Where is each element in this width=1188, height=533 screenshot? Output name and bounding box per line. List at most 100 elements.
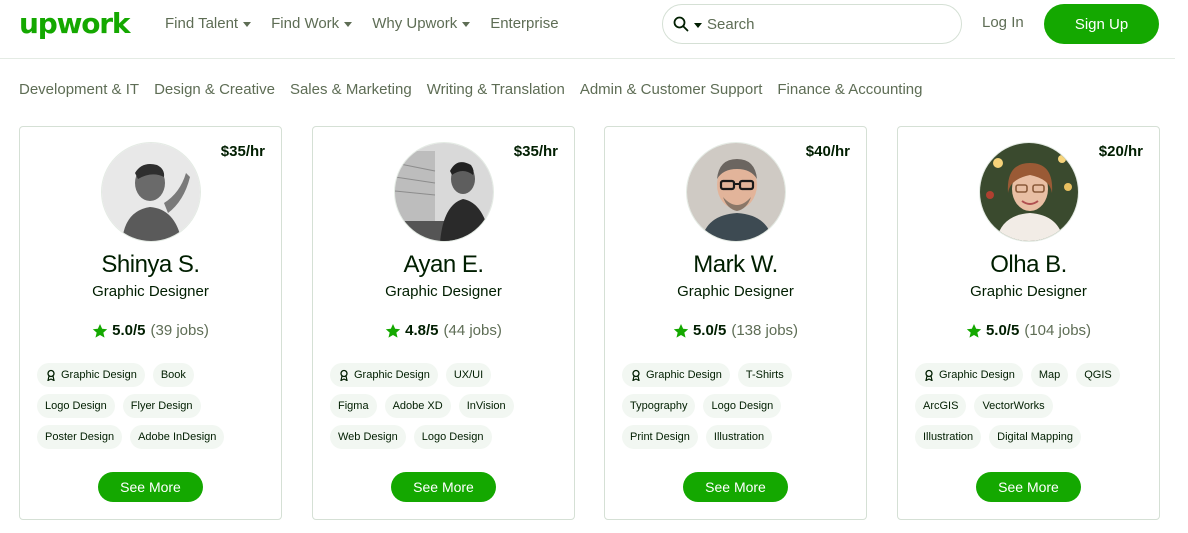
- star-icon: [673, 323, 689, 338]
- skill-tag[interactable]: Flyer Design: [122, 394, 201, 418]
- badge-icon: [925, 369, 933, 381]
- job-count: (104 jobs): [1024, 322, 1092, 339]
- caret-down-icon: [243, 21, 252, 27]
- skill-tag[interactable]: Typography: [622, 394, 696, 418]
- rating-score: 5.0/5: [112, 322, 146, 339]
- category-finance-accounting[interactable]: Finance & Accounting: [777, 81, 922, 98]
- nav-item-label: Enterprise: [490, 14, 559, 32]
- avatar[interactable]: [979, 142, 1079, 242]
- badge-icon: [47, 369, 55, 381]
- freelancer-title: Graphic Designer: [385, 283, 502, 300]
- freelancer-card[interactable]: $35/hr Shinya S. Graphic Designer 5.0/5 …: [19, 126, 282, 520]
- skill-tag[interactable]: Logo Design: [703, 394, 782, 418]
- nav-item-label: Why Upwork: [372, 14, 458, 32]
- skill-tag[interactable]: Illustration: [915, 425, 982, 449]
- see-more-button[interactable]: See More: [976, 472, 1081, 502]
- skill-tags: Graphic Design Book Logo Design Flyer De…: [37, 363, 267, 456]
- freelancer-card[interactable]: $40/hr Mark W. Graphic Designer 5.0/5 (1…: [604, 126, 867, 520]
- skill-tags: Graphic Design UX/UI Figma Adobe XD InVi…: [330, 363, 560, 456]
- rating-score: 5.0/5: [692, 322, 727, 339]
- skill-tag[interactable]: Digital Mapping: [989, 425, 1081, 449]
- caret-down-icon: [462, 21, 471, 27]
- nav-item-label: Find Work: [271, 14, 340, 32]
- category-sales-marketing[interactable]: Sales & Marketing: [290, 81, 412, 98]
- category-admin-support[interactable]: Admin & Customer Support: [580, 81, 763, 98]
- freelancer-name[interactable]: Olha B.: [898, 251, 1159, 279]
- login-link[interactable]: Log In: [982, 14, 1024, 31]
- category-writing-translation[interactable]: Writing & Translation: [427, 81, 565, 98]
- skill-tag[interactable]: Web Design: [330, 425, 406, 449]
- hourly-rate: $35/hr: [513, 143, 558, 160]
- skill-tag[interactable]: Adobe InDesign: [130, 425, 225, 449]
- skill-tag[interactable]: Logo Design: [37, 394, 115, 418]
- nav-find-talent[interactable]: Find Talent: [165, 12, 252, 34]
- skill-tag[interactable]: UX/UI: [445, 363, 492, 387]
- skill-tag[interactable]: Book: [152, 363, 194, 387]
- nav-find-work[interactable]: Find Work: [271, 12, 353, 34]
- freelancer-title: Graphic Designer: [970, 283, 1087, 300]
- main-nav: Find Talent Find Work Why Upwork Enterpr…: [165, 12, 579, 34]
- skill-tag[interactable]: Graphic Design: [330, 363, 438, 387]
- skill-tags: Graphic Design T-Shirts Typography Logo …: [622, 363, 852, 456]
- skill-tag[interactable]: ArcGIS: [915, 394, 967, 418]
- freelancer-title: Graphic Designer: [677, 283, 794, 300]
- search-bar: [662, 4, 962, 44]
- skill-tag[interactable]: Print Design: [622, 425, 698, 449]
- badge-icon: [340, 369, 348, 381]
- skill-tag[interactable]: T-Shirts: [737, 363, 792, 387]
- skill-tag[interactable]: Illustration: [705, 425, 773, 449]
- job-count: (39 jobs): [150, 322, 209, 339]
- caret-down-icon: [694, 22, 702, 28]
- see-more-button[interactable]: See More: [391, 472, 496, 502]
- avatar[interactable]: [394, 142, 494, 242]
- search-scope-toggle[interactable]: [673, 16, 707, 32]
- rating-score: 5.0/5: [985, 322, 1020, 339]
- job-count: (44 jobs): [443, 322, 502, 339]
- rating: 5.0/5 (39 jobs): [20, 322, 281, 339]
- skill-tag[interactable]: Map: [1030, 363, 1069, 387]
- skill-tag-label: Graphic Design: [939, 369, 1015, 381]
- category-development-it[interactable]: Development & IT: [19, 81, 139, 98]
- freelancer-card[interactable]: $20/hr Olha B. Graphic Designer 5.0/5 (1…: [897, 126, 1160, 520]
- skill-tag[interactable]: Graphic Design: [37, 363, 145, 387]
- freelancer-name[interactable]: Mark W.: [605, 251, 866, 279]
- freelancer-name[interactable]: Ayan E.: [313, 251, 574, 279]
- search-icon: [673, 16, 689, 32]
- skill-tag[interactable]: Logo Design: [413, 425, 492, 449]
- skill-tag[interactable]: QGIS: [1076, 363, 1120, 387]
- job-count: (138 jobs): [731, 322, 799, 339]
- star-icon: [966, 323, 982, 338]
- skill-tag[interactable]: Adobe XD: [384, 394, 451, 418]
- hourly-rate: $35/hr: [220, 143, 265, 160]
- freelancer-name[interactable]: Shinya S.: [20, 251, 281, 279]
- nav-why-upwork[interactable]: Why Upwork: [372, 12, 471, 34]
- freelancer-card[interactable]: $35/hr Ayan E. Graphic Designer 4.8/5 (4…: [312, 126, 575, 520]
- see-more-button[interactable]: See More: [683, 472, 788, 502]
- category-nav: Development & IT Design & Creative Sales…: [19, 81, 937, 98]
- rating: 5.0/5 (104 jobs): [898, 322, 1159, 339]
- search-input[interactable]: [707, 15, 937, 33]
- skill-tag[interactable]: Poster Design: [37, 425, 123, 449]
- star-icon: [385, 323, 401, 338]
- see-more-button[interactable]: See More: [98, 472, 203, 502]
- skill-tags: Graphic Design Map QGIS ArcGIS VectorWor…: [915, 363, 1145, 456]
- skill-tag[interactable]: Graphic Design: [915, 363, 1023, 387]
- skill-tag[interactable]: Figma: [330, 394, 377, 418]
- avatar[interactable]: [101, 142, 201, 242]
- skill-tag[interactable]: VectorWorks: [974, 394, 1053, 418]
- caret-down-icon: [344, 21, 353, 27]
- upwork-logo[interactable]: upwork: [19, 4, 131, 44]
- hourly-rate: $20/hr: [1098, 143, 1143, 160]
- skill-tag[interactable]: Graphic Design: [622, 363, 730, 387]
- rating: 5.0/5 (138 jobs): [605, 322, 866, 339]
- avatar[interactable]: [686, 142, 786, 242]
- top-header: upwork Find Talent Find Work Why Upwork …: [0, 0, 1188, 58]
- skill-tag-label: Graphic Design: [61, 369, 137, 381]
- category-design-creative[interactable]: Design & Creative: [154, 81, 275, 98]
- skill-tag[interactable]: InVision: [458, 394, 514, 418]
- badge-icon: [632, 369, 640, 381]
- skill-tag-label: Graphic Design: [646, 369, 722, 381]
- signup-button[interactable]: Sign Up: [1044, 4, 1159, 44]
- star-icon: [92, 323, 108, 338]
- nav-enterprise[interactable]: Enterprise: [490, 12, 558, 34]
